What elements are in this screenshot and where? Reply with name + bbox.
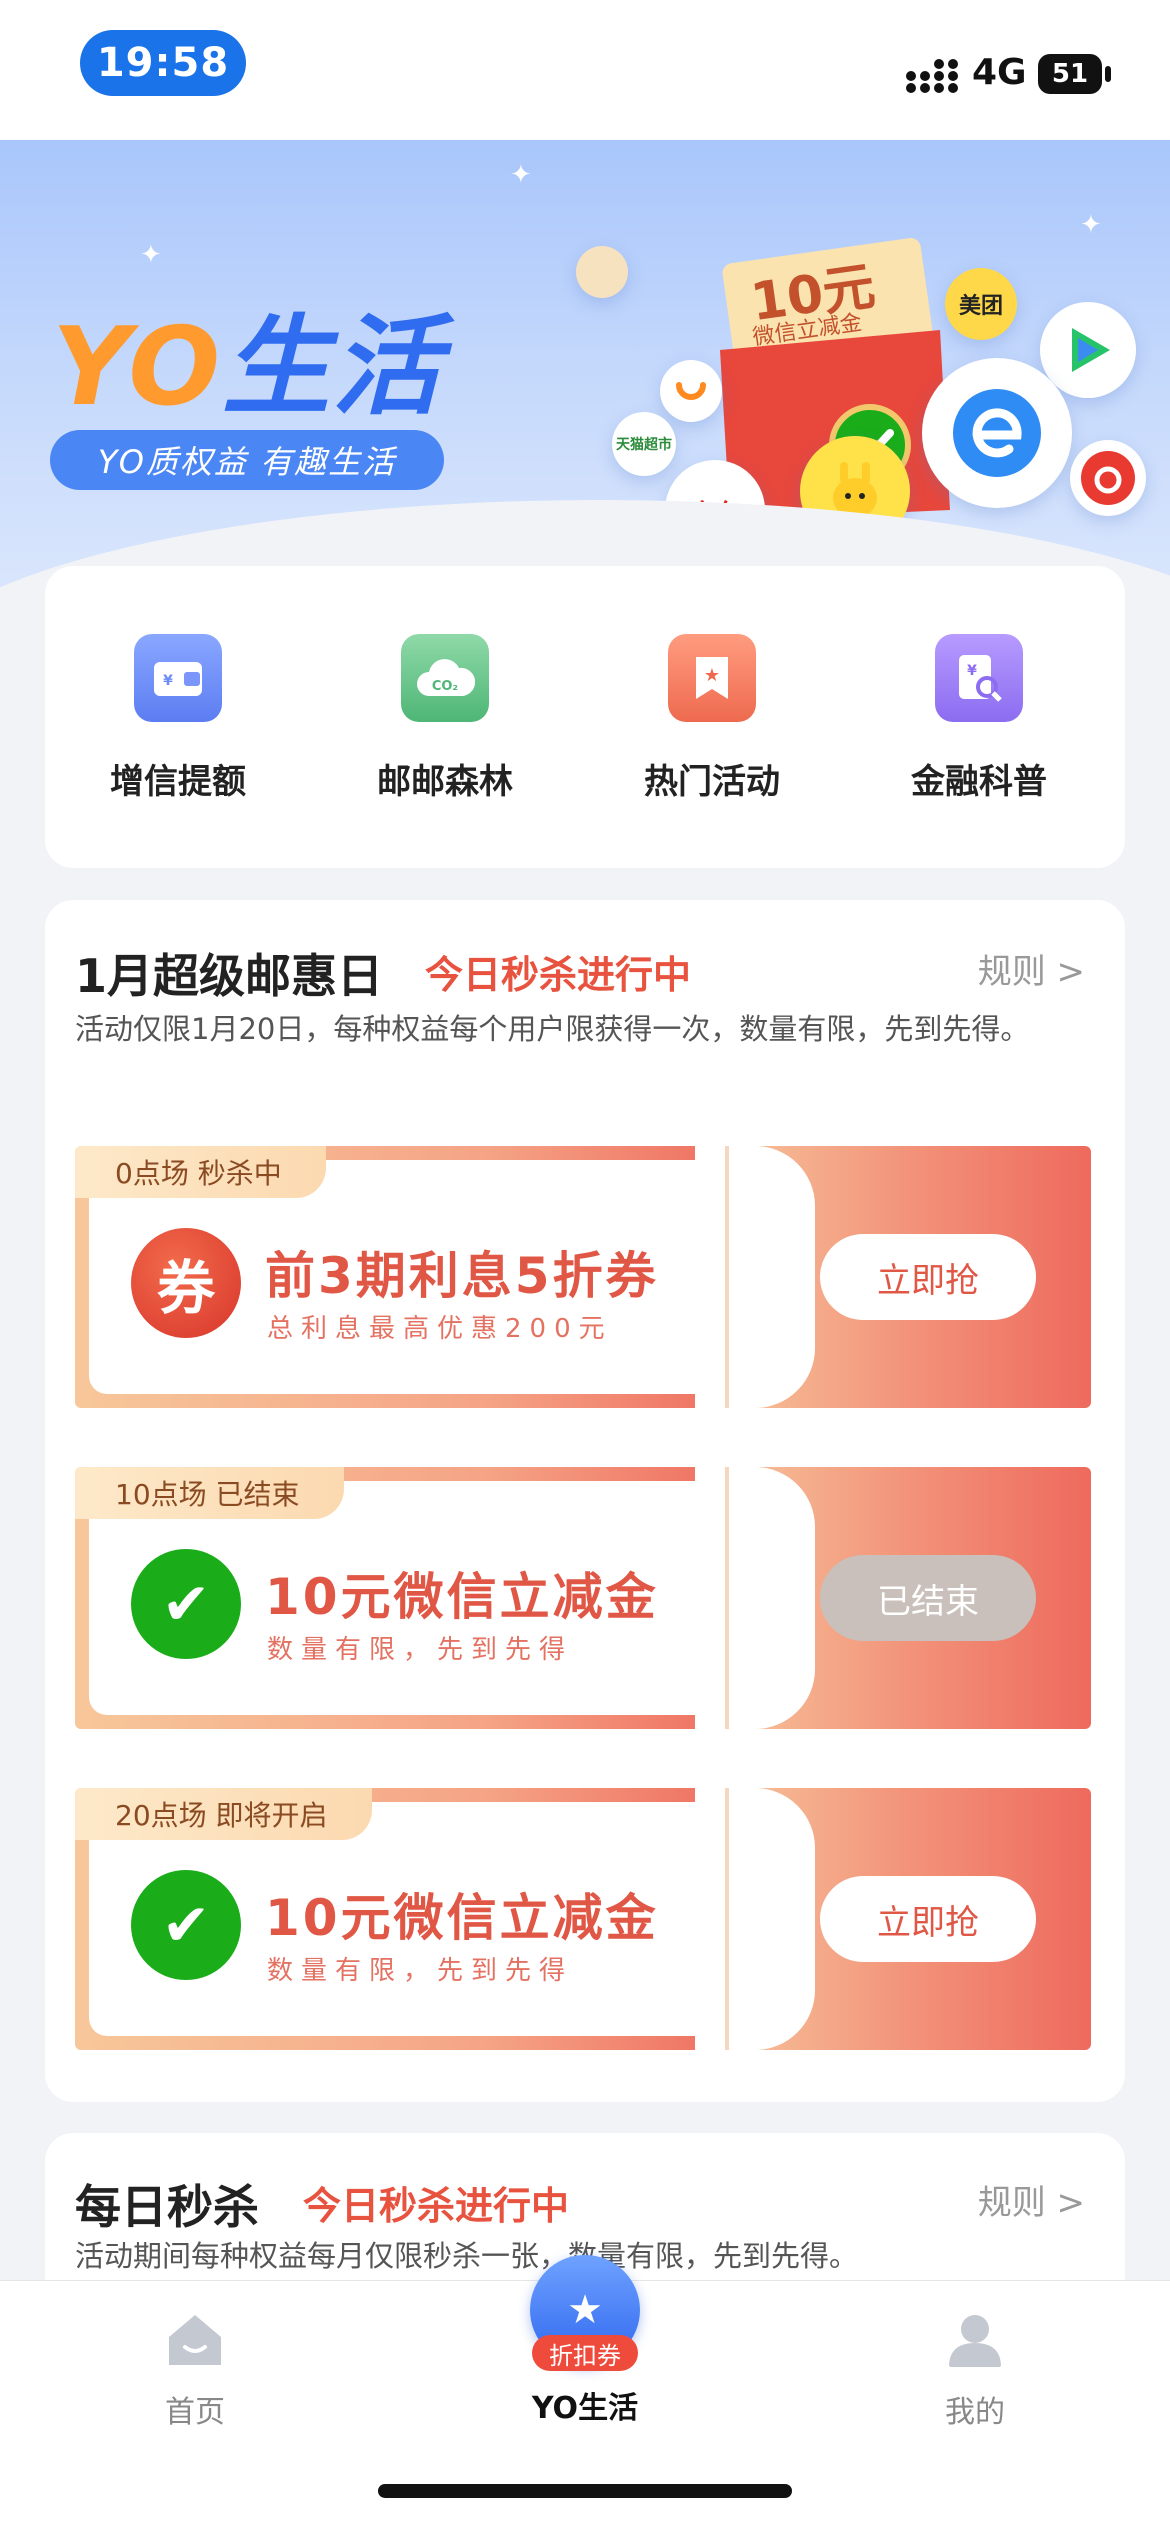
coupon-title: 前3期利息5折券 [265, 1247, 659, 1305]
netease-music-icon [1070, 440, 1146, 516]
discount-badge: 折扣券 [532, 2335, 638, 2371]
sparkle-icon: ✦ [270, 520, 292, 550]
coupon-subtitle: 数量有限，先到先得 [267, 1956, 574, 1986]
ribbon-star-icon: ★ [668, 634, 756, 722]
super-postal-day-card: 1月超级邮惠日 今日秒杀进行中 规则 > 活动仅限1月20日，每种权益每个用户限… [45, 900, 1125, 2102]
user-icon [949, 2315, 1001, 2367]
wechat-icon: ✔ [131, 1870, 241, 1980]
didi-icon [660, 360, 722, 422]
session-tag: 10点场 已结束 [75, 1467, 344, 1519]
grab-button[interactable]: 立即抢 [820, 1876, 1036, 1962]
entry-credit-boost[interactable]: ¥ 增信提额 [78, 634, 278, 803]
mascot-icon [800, 436, 910, 546]
section-status: 今日秒杀进行中 [303, 2184, 570, 2228]
quick-entry-card: ¥ 增信提额 CO₂ 邮邮森林 ★ 热门活动 ¥ 金融科普 [45, 566, 1125, 868]
banner-title: YO生活 [52, 305, 443, 430]
home-icon [169, 2315, 221, 2365]
meituan-icon: 美团 [945, 268, 1017, 340]
entry-postal-forest[interactable]: CO₂ 邮邮森林 [345, 634, 545, 803]
tmall-market-icon: 天猫超市 [612, 412, 676, 476]
svg-text:¥: ¥ [967, 663, 977, 679]
eleme-icon [922, 358, 1072, 508]
network-label: 4G [972, 52, 1027, 93]
tab-mine[interactable]: 我的 [875, 2311, 1075, 2431]
svg-text:¥: ¥ [163, 673, 173, 689]
coupon-icon: 券 [131, 1228, 241, 1338]
banner-subtitle: YO质权益 有趣生活 [50, 430, 444, 490]
cloud-co2-icon: CO₂ [401, 634, 489, 722]
wechat-icon: ✔ [131, 1549, 241, 1659]
tab-home[interactable]: 首页 [95, 2311, 295, 2431]
section-title: 1月超级邮惠日 [75, 949, 384, 1003]
jd-icon: 京东 [665, 460, 765, 560]
svg-text:★: ★ [704, 665, 720, 686]
document-search-icon: ¥ [935, 634, 1023, 722]
coin-icon [576, 246, 628, 298]
coupon-card: 10点场 已结束 ✔ 10元微信立减金 数量有限，先到先得 已结束 [75, 1467, 1091, 1729]
session-tag: 20点场 即将开启 [75, 1788, 372, 1840]
sparkle-icon: ✦ [1080, 210, 1102, 240]
coupon-card: 20点场 即将开启 ✔ 10元微信立减金 数量有限，先到先得 立即抢 [75, 1788, 1091, 2050]
home-indicator [378, 2484, 792, 2498]
section-status: 今日秒杀进行中 [425, 953, 692, 997]
battery-icon: 51 [1038, 54, 1102, 94]
grab-button[interactable]: 立即抢 [820, 1234, 1036, 1320]
rules-link[interactable]: 规则 > [978, 944, 1085, 993]
entry-hot-activities[interactable]: ★ 热门活动 [612, 634, 812, 803]
video-play-icon [1040, 302, 1136, 398]
coupon-title: 10元微信立减金 [265, 1568, 659, 1626]
entry-finance-education[interactable]: ¥ 金融科普 [879, 634, 1079, 803]
svg-text:CO₂: CO₂ [432, 679, 458, 694]
battery-tip [1105, 66, 1111, 82]
coupon-subtitle: 数量有限，先到先得 [267, 1635, 574, 1665]
coupon-card: 0点场 秒杀中 券 前3期利息5折券 总利息最高优惠200元 立即抢 [75, 1146, 1091, 1408]
signal-icon [906, 59, 958, 93]
sparkle-icon: ✦ [510, 160, 532, 190]
session-tag: 0点场 秒杀中 [75, 1146, 326, 1198]
rules-link[interactable]: 规则 > [978, 2175, 1085, 2224]
wallet-icon: ¥ [134, 634, 222, 722]
status-time: 19:58 [80, 30, 246, 96]
coupon-subtitle: 总利息最高优惠200元 [267, 1314, 613, 1344]
sparkle-icon: ✦ [140, 240, 162, 270]
ended-button: 已结束 [820, 1555, 1036, 1641]
status-bar: 19:58 4G 51 [0, 0, 1170, 140]
coupon-title: 10元微信立减金 [265, 1889, 659, 1947]
section-description: 活动仅限1月20日，每种权益每个用户限获得一次，数量有限，先到先得。 [75, 1012, 1030, 1046]
section-title: 每日秒杀 [75, 2180, 259, 2234]
